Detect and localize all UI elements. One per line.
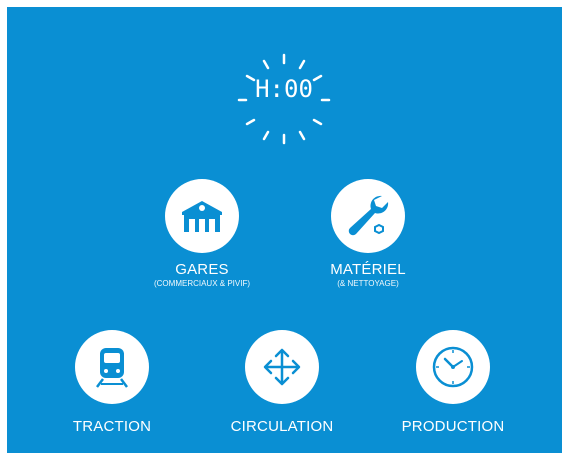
service-production[interactable]: PRODUCTION	[378, 330, 528, 435]
four-arrows-icon	[263, 348, 301, 386]
station-building-icon	[182, 201, 222, 232]
service-production-title: PRODUCTION	[401, 418, 505, 435]
service-traction-circle	[75, 330, 149, 404]
service-circulation[interactable]: CIRCULATION	[207, 330, 357, 435]
service-production-circle	[416, 330, 490, 404]
service-traction[interactable]: TRACTION	[37, 330, 187, 435]
service-materiel-circle	[331, 179, 405, 253]
clock-icon	[432, 346, 474, 388]
clock-time: H:00	[255, 75, 313, 103]
service-gares-circle	[165, 179, 239, 253]
service-materiel[interactable]: MATÉRIEL (& NETTOYAGE)	[293, 179, 443, 288]
service-circulation-circle	[245, 330, 319, 404]
services-panel: H:00 GARES (COMMERCIAUX & PIVIF) MATÉRIE…	[7, 7, 562, 453]
service-gares[interactable]: GARES (COMMERCIAUX & PIVIF)	[127, 179, 277, 288]
service-traction-title: TRACTION	[72, 418, 152, 435]
service-gares-title: GARES	[175, 261, 229, 278]
clock-badge: H:00	[229, 51, 339, 147]
service-circulation-title: CIRCULATION	[230, 418, 334, 435]
train-icon	[96, 348, 128, 388]
service-gares-subtitle: (COMMERCIAUX & PIVIF)	[153, 279, 250, 288]
service-materiel-title: MATÉRIEL	[330, 261, 406, 278]
wrench-icon	[348, 195, 389, 236]
service-materiel-subtitle: (& NETTOYAGE)	[337, 279, 399, 288]
